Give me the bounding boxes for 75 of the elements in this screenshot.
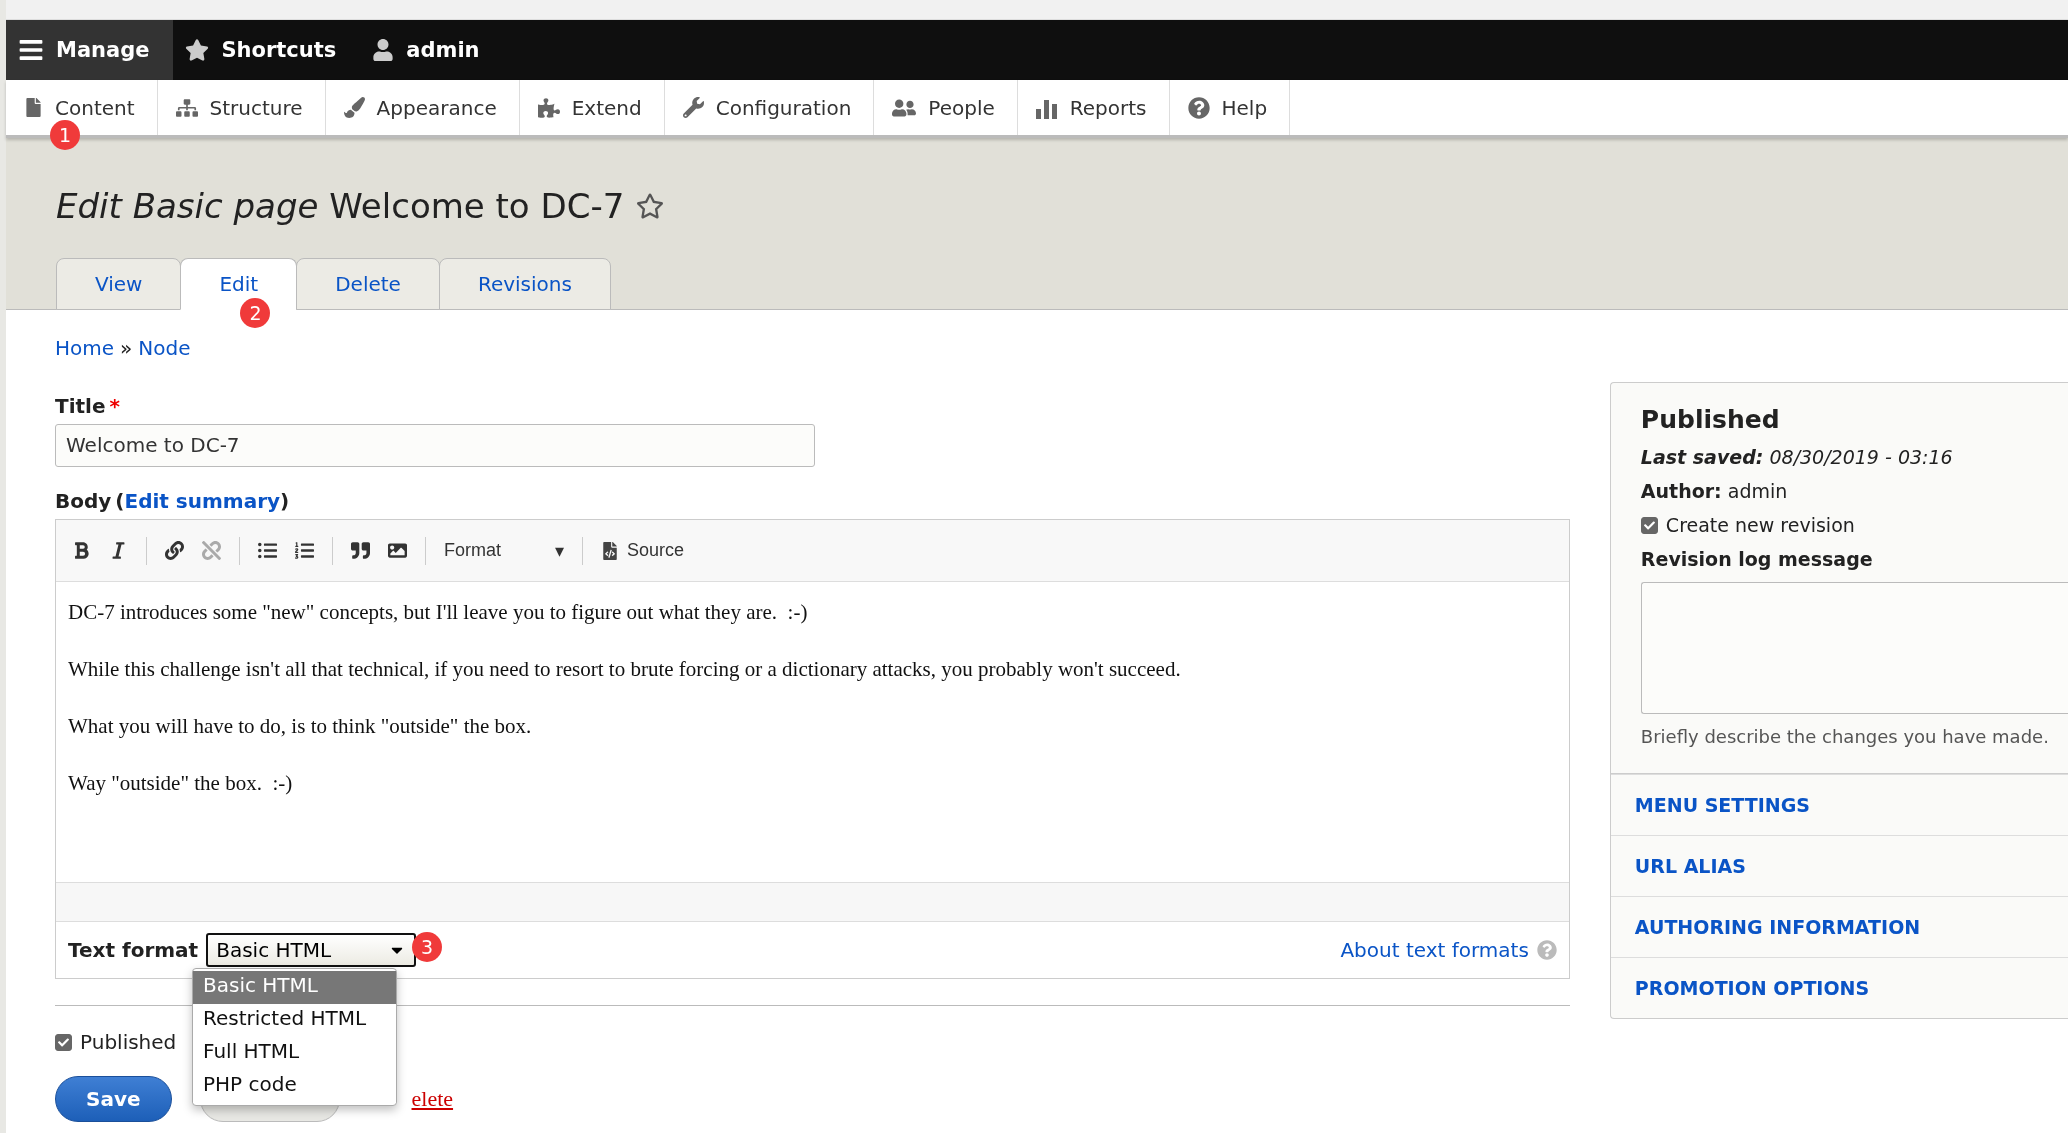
status-heading: Published: [1640, 405, 1781, 434]
field-description: Briefly describe the changes you have made.: [1640, 726, 2050, 747]
star-icon: [185, 38, 210, 62]
page-title: Edit Basic page Welcome to DC-7: [56, 186, 625, 226]
paren: ): [280, 489, 290, 513]
checkbox-label: Published: [80, 1030, 177, 1054]
collapsible-section[interactable]: URL ALIAS: [1610, 835, 2068, 896]
about-text-formats-link[interactable]: About text formats: [1340, 938, 1529, 962]
link-icon[interactable]: [165, 541, 184, 560]
user-icon: [372, 39, 395, 61]
menu-icon: [18, 37, 44, 63]
tab[interactable]: Revisions: [438, 258, 611, 310]
last-saved-text: Last saved: 08/30/2019 - 03:16: [1640, 446, 1954, 468]
text-format-select[interactable]: Basic HTML: [206, 933, 417, 967]
admin-menu-item[interactable]: Configuration: [664, 80, 875, 135]
bulleted-list-icon[interactable]: [258, 541, 277, 560]
tab[interactable]: Delete: [296, 258, 440, 310]
toolbar-tab[interactable]: Manage: [6, 20, 174, 80]
field-label: Body: [55, 489, 112, 513]
revision-log-field[interactable]: [1640, 582, 2068, 714]
dropdown-option[interactable]: Restricted HTML: [193, 1004, 396, 1037]
dropdown-option[interactable]: Full HTML: [193, 1037, 396, 1070]
delete-link[interactable]: elete: [411, 1076, 454, 1122]
title-field[interactable]: Welcome to DC-7: [55, 424, 815, 467]
page-icon: [24, 98, 43, 117]
body-paragraph: Way "outside" the box. :-): [68, 771, 294, 796]
step-badge: 2: [240, 298, 271, 328]
body-paragraph: What you will have to do, is to think "outside" the box.: [68, 714, 533, 739]
save-button[interactable]: Save: [55, 1076, 172, 1122]
checkbox[interactable]: [55, 1033, 72, 1051]
step-badge: 1: [50, 120, 80, 150]
collapsible-section[interactable]: AUTHORING INFORMATION: [1610, 896, 2068, 957]
breadcrumb-link[interactable]: Home: [55, 336, 115, 360]
quote-icon[interactable]: [351, 541, 370, 560]
source-button[interactable]: Source: [601, 540, 685, 561]
tab[interactable]: View: [56, 258, 182, 310]
field-label: Title: [55, 394, 106, 418]
toolbar-tab[interactable]: admin: [360, 20, 504, 80]
breadcrumb-separator: »: [120, 336, 133, 360]
breadcrumb-link[interactable]: Node: [138, 336, 191, 360]
checkmark-icon: [58, 1036, 69, 1048]
edit-summary-link[interactable]: Edit summary: [124, 489, 281, 513]
format-dropdown[interactable]: Format ▾: [444, 539, 564, 562]
admin-menu-item[interactable]: Extend: [519, 80, 665, 135]
sitemap-icon: [175, 96, 198, 119]
checkbox-label: Create new revision: [1665, 514, 1855, 536]
admin-menu-item[interactable]: Reports: [1017, 80, 1170, 135]
bold-icon[interactable]: [72, 541, 91, 560]
checkbox[interactable]: [1640, 516, 1658, 534]
admin-menu-item[interactable]: Appearance: [325, 80, 520, 135]
body-paragraph: While this challenge isn't all that technical, if you need to resort to brute forcing or a dictionary attacks, you probably won't succeed.: [68, 657, 1182, 682]
dropdown-option[interactable]: PHP code: [193, 1070, 396, 1103]
help-icon: [1187, 96, 1210, 119]
paren: (: [115, 489, 125, 513]
toolbar-tab[interactable]: Shortcuts: [173, 20, 361, 80]
code-file-icon: [601, 541, 619, 560]
admin-menu-item[interactable]: Structure: [157, 80, 326, 135]
image-icon[interactable]: [388, 541, 407, 560]
numbered-list-icon[interactable]: [295, 541, 314, 560]
collapsible-section[interactable]: MENU SETTINGS: [1610, 774, 2068, 835]
dropdown-option[interactable]: Basic HTML: [193, 971, 396, 1004]
wrench-icon: [682, 97, 704, 118]
author-text: Author: admin: [1640, 480, 1789, 502]
admin-menu-item[interactable]: People: [874, 80, 1018, 135]
star-icon[interactable]: [636, 192, 665, 220]
required-mark: *: [109, 394, 120, 418]
checkmark-icon: [1643, 519, 1655, 531]
step-badge: 3: [412, 932, 442, 962]
admin-menu-item[interactable]: Help: [1169, 80, 1291, 135]
body-paragraph: DC-7 introduces some "new" concepts, but I'll leave you to figure out what they are. :-): [68, 600, 809, 625]
field-label: Text format: [68, 938, 199, 962]
puzzle-icon: [537, 96, 560, 119]
field-label: Revision log message: [1640, 548, 1874, 570]
brush-icon: [343, 97, 365, 118]
collapsible-section[interactable]: PROMOTION OPTIONS: [1610, 957, 2068, 1018]
